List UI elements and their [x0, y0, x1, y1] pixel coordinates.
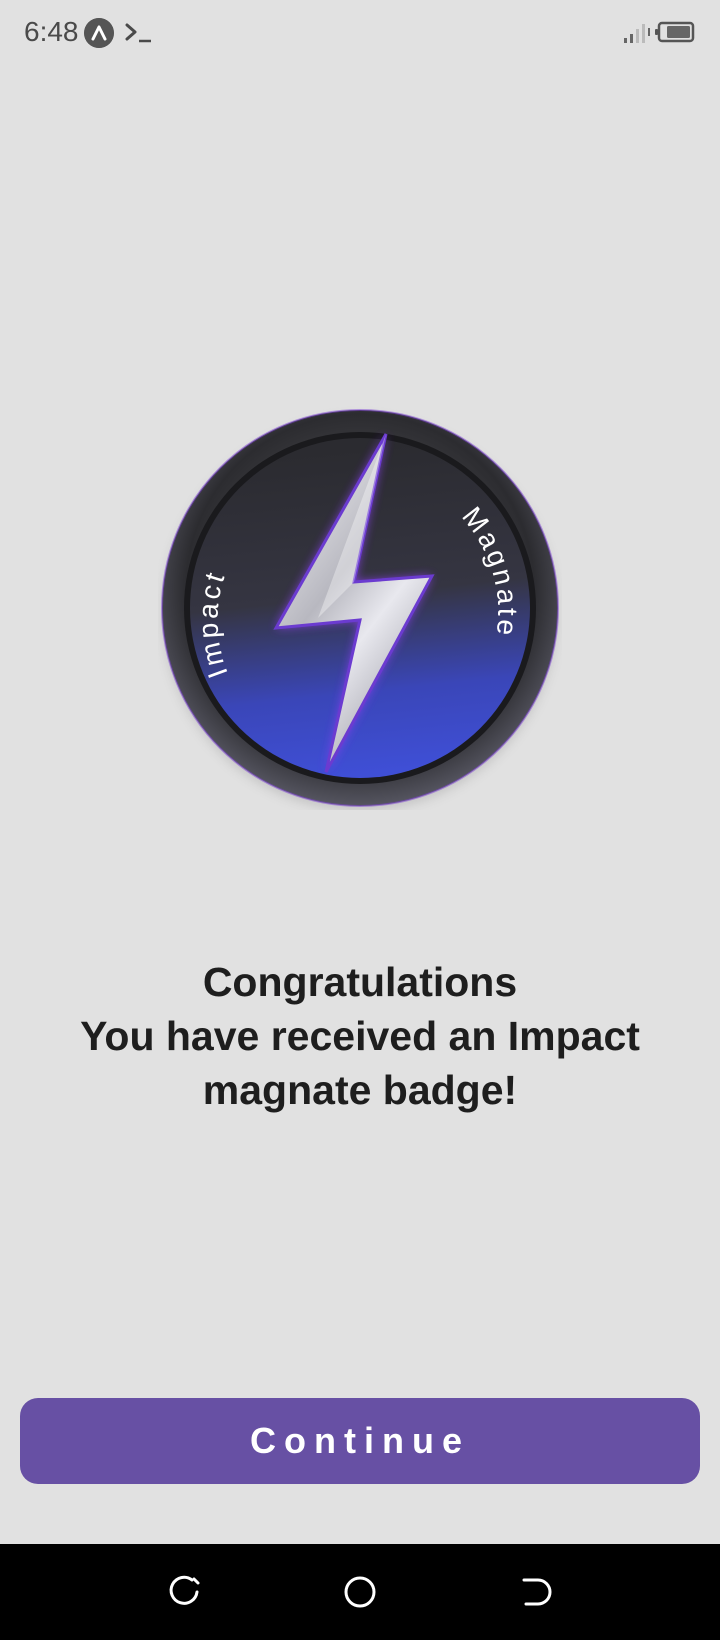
home-icon[interactable] — [338, 1570, 382, 1614]
message-line-2: You have received an Impact — [80, 1013, 640, 1059]
message-line-1: Congratulations — [202, 959, 518, 1005]
recent-apps-icon[interactable] — [162, 1570, 206, 1614]
status-bar: 6:48 — [0, 0, 720, 66]
terminal-icon — [125, 23, 151, 43]
app-notification-icon — [84, 18, 114, 48]
badge-award-screen: 6:48 Impact Magnate Congratulations You … — [0, 0, 720, 1640]
back-icon[interactable] — [514, 1570, 558, 1614]
message-line-3: magnate badge! — [202, 1067, 518, 1113]
navigation-bar — [0, 1544, 720, 1640]
impact-magnate-badge: Impact Magnate — [161, 409, 559, 810]
continue-button[interactable]: Continue — [20, 1398, 700, 1484]
status-time: 6:48 — [24, 16, 79, 47]
battery-icon — [655, 21, 695, 43]
congratulations-message: Congratulations You have received an Imp… — [40, 955, 680, 1117]
signal-icon — [624, 24, 650, 43]
